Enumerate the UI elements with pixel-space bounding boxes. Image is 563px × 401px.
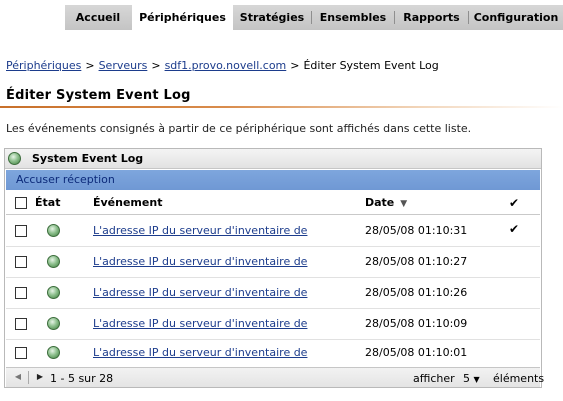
column-date[interactable]: Date ▼	[365, 196, 407, 209]
row-checkbox[interactable]	[15, 256, 27, 268]
sort-descending-icon[interactable]: ▼	[400, 199, 407, 209]
breadcrumb-separator: >	[85, 59, 95, 72]
breadcrumb-separator: >	[290, 59, 300, 72]
table-row: L'adresse IP du serveur d'inventaire de …	[6, 340, 540, 367]
event-link[interactable]: L'adresse IP du serveur d'inventaire de	[93, 255, 307, 268]
tab-ensembles[interactable]: Ensembles	[312, 5, 394, 30]
table-row: L'adresse IP du serveur d'inventaire de …	[6, 309, 540, 340]
tab-rapports[interactable]: Rapports	[395, 5, 468, 30]
table-row: L'adresse IP du serveur d'inventaire de …	[6, 216, 540, 247]
action-bar: Accuser réception	[6, 170, 540, 190]
column-acknowledged: ✔	[509, 196, 520, 210]
row-checkbox[interactable]	[15, 318, 27, 330]
breadcrumb-device[interactable]: sdf1.provo.novell.com	[165, 59, 287, 72]
event-date: 28/05/08 01:10:09	[365, 317, 468, 330]
acknowledge-button[interactable]: Accuser réception	[16, 173, 115, 186]
table-header: État Événement Date ▼ ✔	[6, 191, 540, 215]
row-checkbox[interactable]	[15, 287, 27, 299]
panel-header: System Event Log	[5, 149, 541, 169]
table-row: L'adresse IP du serveur d'inventaire de …	[6, 247, 540, 278]
event-date: 28/05/08 01:10:26	[365, 286, 468, 299]
panel-title: System Event Log	[32, 152, 144, 165]
event-link[interactable]: L'adresse IP du serveur d'inventaire de	[93, 224, 307, 237]
next-page-icon[interactable]: ▶	[34, 371, 46, 383]
event-link[interactable]: L'adresse IP du serveur d'inventaire de	[93, 317, 307, 330]
status-ok-icon	[47, 317, 60, 330]
column-state[interactable]: État	[35, 196, 60, 209]
page-size-label: afficher	[413, 372, 455, 385]
items-label: éléments	[493, 372, 545, 385]
status-ok-icon	[47, 224, 60, 237]
pagination-bar: ◀ ▶ 1 - 5 sur 28 afficher 5 ▼ éléments	[6, 367, 544, 387]
event-link[interactable]: L'adresse IP du serveur d'inventaire de	[93, 286, 307, 299]
previous-page-icon[interactable]: ◀	[12, 371, 24, 383]
status-ok-icon	[47, 346, 60, 359]
column-date-label: Date	[365, 196, 395, 209]
page-description: Les événements consignés à partir de ce …	[6, 122, 472, 135]
event-link[interactable]: L'adresse IP du serveur d'inventaire de	[93, 346, 307, 359]
breadcrumb-peripheriques[interactable]: Périphériques	[6, 59, 81, 72]
pagination-divider	[28, 371, 29, 384]
row-checkbox[interactable]	[15, 225, 27, 237]
page-size-value: 5	[463, 372, 470, 385]
tab-accueil[interactable]: Accueil	[65, 5, 131, 30]
select-all-checkbox[interactable]	[15, 197, 27, 209]
top-navigation: Accueil Périphériques Stratégies Ensembl…	[0, 0, 563, 35]
event-date: 28/05/08 01:10:31	[365, 224, 468, 237]
tab-configuration[interactable]: Configuration	[469, 5, 563, 30]
page-title: Éditer System Event Log	[6, 88, 191, 103]
system-event-log-panel: System Event Log Accuser réception État …	[4, 148, 544, 388]
acknowledged-check-icon: ✔	[509, 222, 520, 236]
event-date: 28/05/08 01:10:27	[365, 255, 468, 268]
table-row: L'adresse IP du serveur d'inventaire de …	[6, 278, 540, 309]
chevron-down-icon: ▼	[473, 375, 480, 384]
status-ok-icon	[47, 255, 60, 268]
event-date: 28/05/08 01:10:01	[365, 346, 468, 359]
status-ok-icon	[47, 286, 60, 299]
tab-strategies[interactable]: Stratégies	[233, 5, 311, 30]
breadcrumb-serveurs[interactable]: Serveurs	[99, 59, 148, 72]
page-size-select[interactable]: 5 ▼	[463, 372, 480, 385]
status-ok-icon	[8, 152, 21, 165]
breadcrumb: Périphériques > Serveurs > sdf1.provo.novell…	[6, 59, 439, 72]
tab-peripheriques[interactable]: Périphériques	[132, 5, 233, 30]
column-event[interactable]: Événement	[93, 196, 162, 209]
row-checkbox[interactable]	[15, 347, 27, 359]
pagination-range: 1 - 5 sur 28	[50, 372, 114, 385]
breadcrumb-current: Éditer System Event Log	[303, 59, 439, 72]
breadcrumb-separator: >	[151, 59, 161, 72]
title-divider	[0, 106, 563, 108]
